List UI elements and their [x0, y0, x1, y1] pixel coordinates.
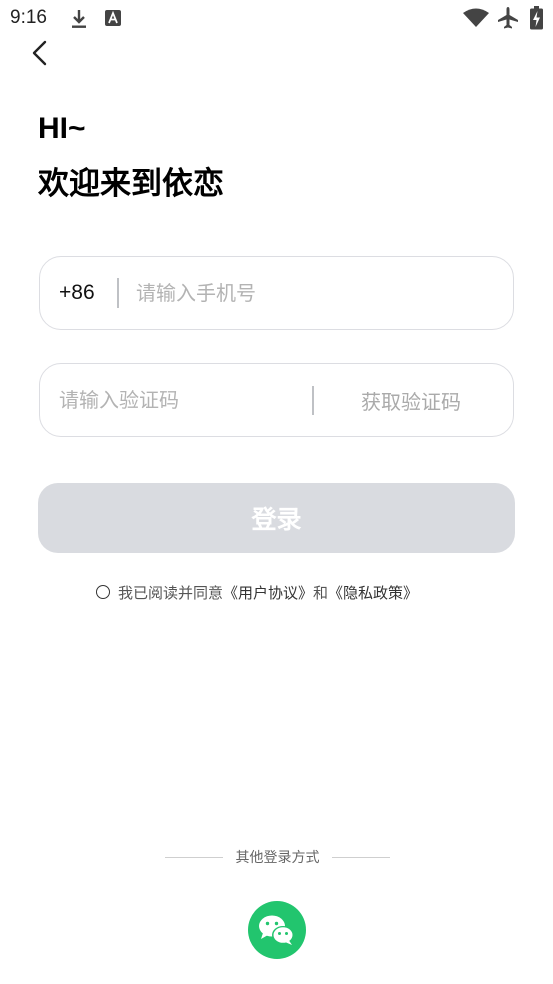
greeting-title: HI~	[38, 112, 86, 145]
verification-code-input[interactable]	[59, 386, 299, 414]
agreement-conjunction: 和	[313, 583, 329, 602]
verification-code-field: 获取验证码	[39, 363, 514, 437]
login-button[interactable]: 登录	[38, 483, 515, 553]
agreement-text: 我已阅读并同意	[118, 583, 224, 602]
airplane-icon	[498, 7, 518, 29]
status-time: 9:16	[10, 7, 47, 28]
phone-field: +86	[39, 256, 514, 330]
wechat-icon	[259, 915, 294, 945]
divider-line-right	[332, 856, 390, 858]
download-icon	[72, 10, 86, 28]
phone-input[interactable]	[136, 279, 496, 307]
app-notification-icon	[105, 10, 121, 26]
get-code-button[interactable]: 获取验证码	[361, 386, 461, 415]
other-login-divider: 其他登录方式	[165, 847, 390, 867]
other-login-label: 其他登录方式	[235, 850, 320, 866]
chevron-left-icon	[32, 40, 47, 66]
agreement-row: 我已阅读并同意 《用户协议》 和 《隐私政策》	[96, 581, 418, 603]
battery-charging-icon	[530, 6, 543, 30]
greeting-subtitle: 欢迎来到依恋	[38, 166, 224, 202]
divider-line-left	[165, 856, 223, 858]
status-bar: 9:16	[0, 0, 553, 38]
divider	[312, 386, 314, 415]
privacy-policy-link[interactable]: 《隐私政策》	[328, 582, 418, 603]
wechat-login-button[interactable]	[248, 901, 306, 959]
wifi-icon	[463, 8, 489, 27]
back-button[interactable]	[24, 36, 58, 70]
user-agreement-link[interactable]: 《用户协议》	[223, 582, 313, 603]
agreement-checkbox[interactable]	[96, 585, 110, 599]
country-code[interactable]: +86	[59, 281, 95, 305]
divider	[117, 278, 119, 308]
